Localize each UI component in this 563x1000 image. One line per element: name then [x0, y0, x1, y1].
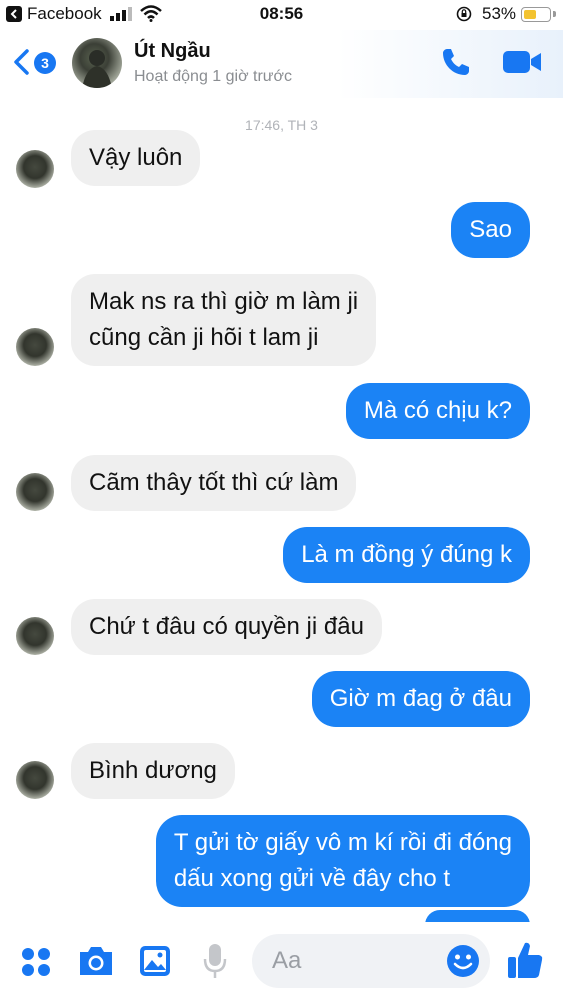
outgoing-message[interactable]: Giờ m đag ở đâu	[311, 671, 530, 727]
message-line: cũng cần ji hõi t lam ji	[89, 324, 319, 351]
phone-icon[interactable]	[440, 46, 472, 78]
incoming-message[interactable]: Vậy luôn	[71, 130, 201, 186]
battery-icon	[521, 7, 551, 22]
battery-level	[523, 9, 537, 19]
camera-icon[interactable]	[77, 944, 115, 978]
sender-avatar	[16, 150, 54, 188]
contact-avatar[interactable]	[72, 38, 122, 88]
outgoing-message[interactable]: Mà có chịu k?	[345, 383, 530, 439]
incoming-message[interactable]: Bình dương	[71, 743, 235, 799]
conversation-timestamp: 17:46, TH 3	[245, 120, 318, 132]
unread-badge[interactable]: 3	[34, 52, 56, 74]
outgoing-message[interactable]: Sao	[451, 202, 530, 258]
outgoing-message[interactable]: Là m đồng ý đúng k	[283, 527, 530, 583]
contact-name[interactable]: Út Ngầu	[134, 40, 211, 63]
microphone-icon[interactable]	[202, 942, 228, 980]
message-composer: Aa	[0, 922, 563, 1000]
status-bar: Facebook 08:56 53%	[0, 0, 563, 30]
sender-avatar	[16, 473, 54, 511]
conversation-header: 3 Út Ngầu Hoạt động 1 giờ trước 17:46, T…	[0, 30, 563, 132]
contact-activity-status: Hoạt động 1 giờ trước	[134, 68, 292, 85]
incoming-message[interactable]: Mak ns ra thì giờ m làm ji cũng cần ji h…	[71, 274, 377, 366]
message-line: Mak ns ra thì giờ m làm ji	[89, 288, 359, 315]
gallery-icon[interactable]	[138, 944, 172, 978]
clock: 08:56	[259, 4, 304, 23]
outgoing-message[interactable]: T gửi tờ giấy vô m kí rồi đi đóng dấu xo…	[155, 815, 530, 907]
video-icon[interactable]	[502, 48, 542, 76]
sender-avatar	[16, 617, 54, 655]
message-line: dấu xong gửi về đây cho t	[173, 865, 451, 892]
like-icon[interactable]	[506, 940, 544, 980]
rotation-lock-icon	[456, 6, 472, 22]
message-input[interactable]: Aa	[252, 934, 490, 988]
message-line: T gửi tờ giấy vô m kí rồi đi đóng	[173, 829, 512, 856]
battery-cap	[553, 11, 556, 17]
menu-dots-icon[interactable]	[20, 946, 52, 978]
message-input-placeholder: Aa	[272, 947, 302, 974]
back-icon[interactable]	[12, 48, 32, 76]
sender-avatar	[16, 761, 54, 799]
incoming-message[interactable]: Cãm thây tốt thì cứ làm	[71, 455, 357, 511]
sender-avatar	[16, 328, 54, 366]
battery-percentage: 53%	[482, 4, 517, 23]
incoming-message[interactable]: Chứ t đâu có quyền ji đâu	[71, 599, 382, 655]
emoji-icon[interactable]	[446, 944, 480, 978]
